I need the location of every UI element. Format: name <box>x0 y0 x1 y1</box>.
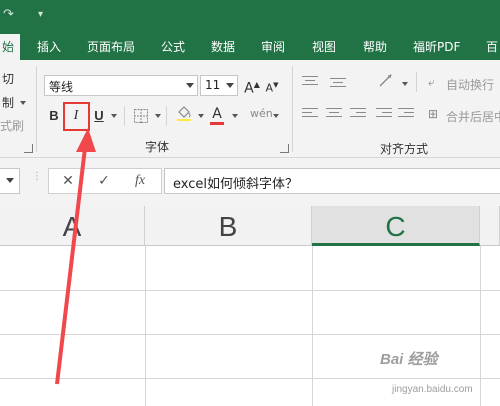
font-name-select[interactable]: 等线 <box>44 75 198 96</box>
italic-highlight-box <box>63 102 90 131</box>
column-header-a[interactable]: A <box>0 206 145 246</box>
separator <box>124 106 125 126</box>
tab-home[interactable]: 始 <box>0 34 20 60</box>
underline-dropdown-icon[interactable] <box>111 114 117 118</box>
font-color-swatch <box>210 122 224 125</box>
separator <box>36 66 37 152</box>
orientation-dropdown-icon[interactable] <box>402 82 408 86</box>
name-box[interactable] <box>0 168 20 194</box>
borders-icon <box>134 109 148 123</box>
formula-buttons: ✕ ✓ fx <box>48 168 162 194</box>
row-line <box>0 378 500 379</box>
merge-center-icon: ⊞ <box>428 107 439 121</box>
column-line <box>480 246 481 406</box>
copy-dropdown-icon[interactable] <box>20 101 26 105</box>
formula-content: excel如何倾斜字体？ <box>173 177 298 192</box>
tab-page-layout[interactable]: 页面布局 <box>87 34 135 60</box>
phonetic-dropdown-icon[interactable] <box>273 114 279 118</box>
tab-view[interactable]: 视图 <box>312 34 336 60</box>
borders-dropdown-icon[interactable] <box>155 114 161 118</box>
tab-formulas[interactable]: 公式 <box>161 34 185 60</box>
wrap-text-button[interactable]: 自动换行 <box>446 76 494 93</box>
fill-color-dropdown-icon[interactable] <box>198 114 204 118</box>
copy-button[interactable]: 制 <box>2 94 14 111</box>
insert-function-icon[interactable]: fx <box>125 169 155 193</box>
watermark: Bai 经验 <box>380 351 438 368</box>
decrease-indent-icon[interactable] <box>376 108 392 120</box>
align-top-icon[interactable] <box>302 76 318 88</box>
align-center-icon[interactable] <box>326 108 342 120</box>
formula-input[interactable]: excel如何倾斜字体？ <box>164 168 500 194</box>
paint-bucket-icon <box>177 106 191 121</box>
tab-review[interactable]: 审阅 <box>261 34 285 60</box>
title-bar: ↷ ▾ <box>0 0 500 34</box>
borders-button[interactable] <box>132 106 150 126</box>
column-header-c[interactable]: C <box>312 206 480 246</box>
align-middle-icon[interactable] <box>330 76 346 88</box>
fill-color-button[interactable] <box>174 104 194 124</box>
font-color-dropdown-icon[interactable] <box>232 114 238 118</box>
text-orientation-icon <box>379 74 392 87</box>
tab-foxit-pdf[interactable]: 福昕PDF <box>413 34 460 60</box>
wrap-text-icon: ⤶ <box>428 75 435 89</box>
grow-font-label: A <box>244 80 254 97</box>
grow-font-button[interactable]: A▲ <box>244 75 260 97</box>
chevron-down-icon <box>6 178 14 183</box>
watermark-url: jingyan.baidu.com <box>392 384 473 395</box>
orientation-button[interactable] <box>376 72 398 92</box>
row-line <box>0 290 500 291</box>
chevron-down-icon <box>186 83 194 88</box>
tab-insert[interactable]: 插入 <box>37 34 61 60</box>
increase-indent-icon[interactable] <box>398 108 414 120</box>
separator <box>166 106 167 126</box>
align-left-icon[interactable] <box>302 108 318 120</box>
worksheet-grid[interactable]: A B C <box>0 206 500 406</box>
clipboard-launcher-icon[interactable] <box>24 144 33 153</box>
font-launcher-icon[interactable] <box>280 144 289 153</box>
cancel-icon[interactable]: ✕ <box>53 169 83 193</box>
formula-bar-grip: ⋮ <box>32 171 42 182</box>
chevron-down-icon <box>226 83 234 88</box>
row-line <box>0 334 500 335</box>
shrink-font-label: A <box>265 81 274 95</box>
enter-icon[interactable]: ✓ <box>89 169 119 193</box>
font-size-select[interactable]: 11 <box>200 75 238 96</box>
column-header-d[interactable] <box>480 206 500 246</box>
column-line <box>312 246 313 406</box>
format-painter-button[interactable]: 式刷 <box>0 117 24 134</box>
customize-toolbar-icon[interactable]: ▾ <box>38 9 43 20</box>
tab-help[interactable]: 帮助 <box>363 34 387 60</box>
bold-button[interactable]: B <box>46 106 62 126</box>
formula-bar: ⋮ ✕ ✓ fx excel如何倾斜字体？ <box>0 158 500 206</box>
phonetic-button[interactable]: wén <box>250 104 273 124</box>
separator <box>292 66 293 152</box>
merge-center-button[interactable]: 合并后居中 <box>446 108 500 125</box>
column-line <box>145 246 146 406</box>
align-right-icon[interactable] <box>350 108 366 120</box>
underline-button[interactable]: U <box>92 106 106 126</box>
redo-icon[interactable]: ↷ <box>3 7 14 22</box>
font-color-label: A <box>212 106 222 122</box>
separator <box>416 72 417 92</box>
font-group-label: 字体 <box>145 140 170 154</box>
font-size-value: 11 <box>205 78 221 92</box>
tab-more[interactable]: 百 <box>486 34 498 60</box>
ribbon-tabs: 始 插入 页面布局 公式 数据 审阅 视图 帮助 福昕PDF 百 <box>0 34 500 60</box>
alignment-group-label: 对齐方式 <box>380 142 429 156</box>
font-color-button[interactable]: A <box>208 104 226 125</box>
column-header-b[interactable]: B <box>145 206 312 246</box>
shrink-font-button[interactable]: A▼ <box>264 75 280 95</box>
font-name-value: 等线 <box>49 80 74 94</box>
cut-button[interactable]: 切 <box>2 70 14 87</box>
tab-data[interactable]: 数据 <box>211 34 235 60</box>
